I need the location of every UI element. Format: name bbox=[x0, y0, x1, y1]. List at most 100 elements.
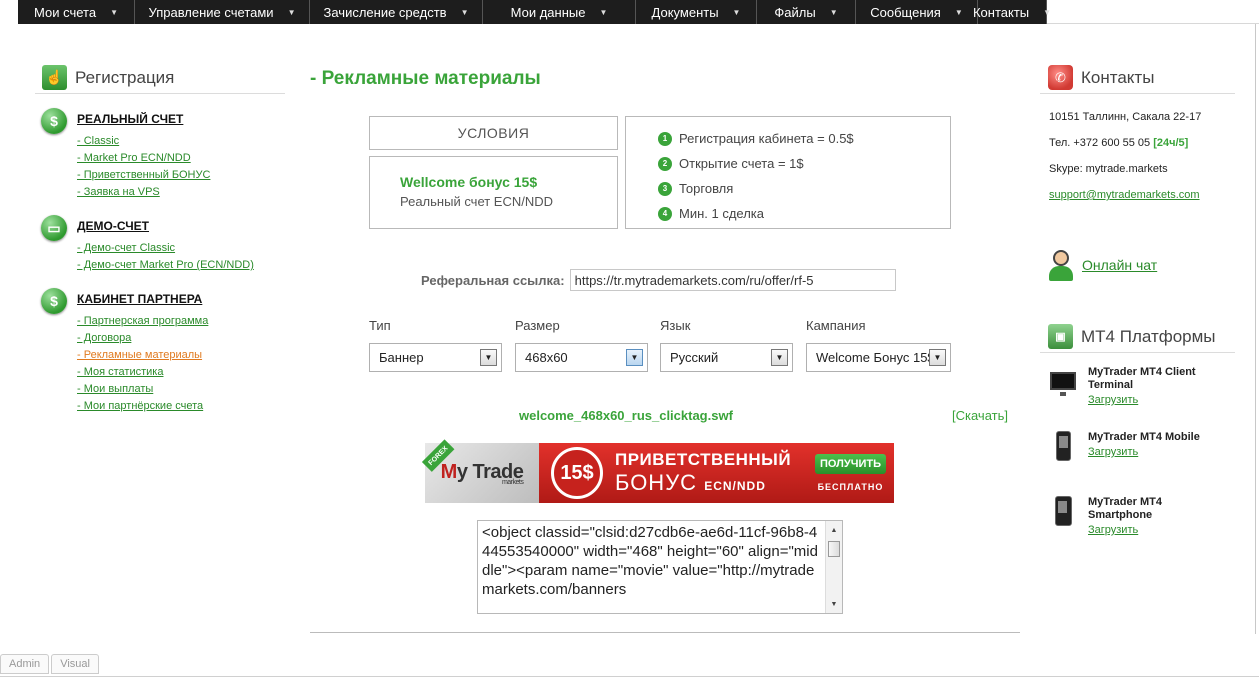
link-partner-program[interactable]: - Партнерская программа bbox=[77, 313, 285, 330]
content-divider bbox=[310, 632, 1020, 633]
chevron-down-icon: ▼ bbox=[771, 349, 788, 366]
nav-deposit[interactable]: Зачисление средств ▼ bbox=[310, 0, 483, 24]
group-title-real-account[interactable]: РЕАЛЬНЫЙ СЧЕТ bbox=[77, 112, 285, 126]
mobile-phone-icon bbox=[1050, 431, 1076, 461]
size-label: Размер bbox=[515, 318, 560, 333]
platform-mobile: MyTrader MT4 Mobile Загрузить bbox=[1050, 431, 1218, 461]
group-demo-account: ▭ ДЕМО-СЧЕТ - Демо-счет Classic - Демо-с… bbox=[35, 215, 285, 274]
group-title-demo-account[interactable]: ДЕМО-СЧЕТ bbox=[77, 219, 285, 233]
editor-tabs: Admin Visual bbox=[0, 654, 101, 674]
link-promo-materials[interactable]: - Рекламные материалы bbox=[77, 347, 285, 364]
step-item: 3 Торговля bbox=[658, 176, 950, 201]
operator-avatar-icon bbox=[1048, 248, 1074, 282]
banner-file-name: welcome_468x60_rus_clicktag.swf bbox=[519, 408, 733, 423]
top-navigation: Мои счета ▼ Управление счетами ▼ Зачислени… bbox=[18, 0, 1051, 24]
link-classic[interactable]: - Classic bbox=[77, 133, 285, 150]
contact-address: 10151 Таллинн, Сакала 22-17 bbox=[1049, 111, 1202, 123]
nav-my-data[interactable]: Мои данные ▼ bbox=[483, 0, 636, 24]
embed-code-textarea[interactable]: <object classid="clsid:d27cdb6e-ae6d-11c… bbox=[477, 520, 843, 614]
type-select[interactable]: Баннер ▼ bbox=[369, 343, 502, 372]
banner-text: ПРИВЕТСТВЕННЫЙ БОНУС ECN/NDD bbox=[615, 450, 792, 495]
link-my-payouts[interactable]: - Мои выплаты bbox=[77, 381, 285, 398]
link-contracts[interactable]: - Договора bbox=[77, 330, 285, 347]
group-real-account: $ РЕАЛЬНЫЙ СЧЕТ - Classic - Market Pro E… bbox=[35, 108, 285, 201]
contacts-title: Контакты bbox=[1081, 67, 1155, 87]
download-link[interactable]: [Скачать] bbox=[952, 408, 1008, 423]
bonus-amount-badge: 15$ bbox=[551, 447, 603, 499]
mt4-header: ▣ MT4 Платформы bbox=[1040, 321, 1235, 353]
page-border bbox=[1255, 24, 1256, 634]
online-chat-link[interactable]: Онлайн чат bbox=[1082, 257, 1157, 273]
chevron-down-icon: ▼ bbox=[929, 349, 946, 366]
link-my-statistics[interactable]: - Моя статистика bbox=[77, 364, 285, 381]
platform-client-terminal: MyTrader MT4 Client Terminal Загрузить bbox=[1050, 366, 1208, 406]
bonus-title: Wellcome бонус 15$ bbox=[400, 174, 538, 190]
step-number-badge: 3 bbox=[658, 181, 672, 196]
chevron-down-icon: ▼ bbox=[460, 7, 469, 17]
bonus-box: Wellcome бонус 15$ Реальный счет ECN/NDD bbox=[369, 156, 618, 229]
group-title-partner-cabinet[interactable]: КАБИНЕТ ПАРТНЕРА bbox=[77, 292, 285, 306]
tab-admin[interactable]: Admin bbox=[0, 654, 50, 674]
embed-code-text: <object classid="clsid:d27cdb6e-ae6d-11c… bbox=[482, 524, 818, 598]
contacts-header-wrap: ✆ Контакты bbox=[1040, 62, 1235, 94]
download-smartphone-link[interactable]: Загрузить bbox=[1088, 524, 1138, 536]
size-select[interactable]: 468x60 ▼ bbox=[515, 343, 648, 372]
type-label: Тип bbox=[369, 318, 391, 333]
sidebar-title: Регистрация bbox=[75, 67, 175, 87]
chevron-down-icon: ▼ bbox=[626, 349, 643, 366]
page-title: - Рекламные материалы bbox=[310, 68, 541, 89]
left-sidebar: ☝ Регистрация $ РЕАЛЬНЫЙ СЧЕТ - Classic … bbox=[35, 62, 285, 415]
step-item: 1 Регистрация кабинета = 0.5$ bbox=[658, 126, 950, 151]
bonus-subtitle: Реальный счет ECN/NDD bbox=[400, 194, 554, 209]
link-demo-market-pro[interactable]: - Демо-счет Market Pro (ECN/NDD) bbox=[77, 257, 285, 274]
scroll-up-icon[interactable]: ▲ bbox=[826, 523, 842, 537]
hand-pointer-icon: ☝ bbox=[42, 65, 67, 90]
campaign-select[interactable]: Welcome Бонус 15$ ▼ bbox=[806, 343, 951, 372]
banner-tag: ECN/NDD bbox=[704, 479, 766, 493]
contact-phone: Тел. +372 600 55 05 [24ч/5] bbox=[1049, 137, 1189, 149]
referral-row: Реферальная ссылка: bbox=[421, 269, 896, 291]
chevron-down-icon: ▼ bbox=[732, 7, 741, 17]
chevron-down-icon: ▼ bbox=[287, 7, 296, 17]
banner-cta: ПОЛУЧИТЬ БЕСПЛАТНО bbox=[814, 454, 886, 492]
link-welcome-bonus[interactable]: - Приветственный БОНУС bbox=[77, 167, 285, 184]
contact-skype: Skype: mytrade.markets bbox=[1049, 163, 1168, 175]
group-partner-cabinet: $ КАБИНЕТ ПАРТНЕРА - Партнерская програм… bbox=[35, 288, 285, 415]
platform-icon: ▣ bbox=[1048, 324, 1073, 349]
nav-my-accounts[interactable]: Мои счета ▼ bbox=[18, 0, 135, 24]
online-chat[interactable]: Онлайн чат bbox=[1048, 248, 1157, 282]
nav-messages[interactable]: Сообщения ▼ bbox=[856, 0, 978, 24]
textarea-scrollbar[interactable]: ▲ ▼ bbox=[825, 521, 842, 613]
get-bonus-button[interactable]: ПОЛУЧИТЬ bbox=[814, 454, 886, 474]
download-client-terminal-link[interactable]: Загрузить bbox=[1088, 394, 1138, 406]
link-demo-classic[interactable]: - Демо-счет Classic bbox=[77, 240, 285, 257]
scroll-thumb[interactable] bbox=[828, 541, 840, 557]
nav-files[interactable]: Файлы ▼ bbox=[757, 0, 856, 24]
conditions-header: УСЛОВИЯ bbox=[369, 116, 618, 150]
campaign-label: Кампания bbox=[806, 318, 866, 333]
link-partner-accounts[interactable]: - Мои партнёрские счета bbox=[77, 398, 285, 415]
tab-visual[interactable]: Visual bbox=[51, 654, 99, 674]
conditions-steps: 1 Регистрация кабинета = 0.5$ 2 Открытие с… bbox=[625, 116, 951, 229]
nav-contacts[interactable]: Контакты ▼ bbox=[973, 0, 1051, 24]
download-mobile-link[interactable]: Загрузить bbox=[1088, 446, 1138, 458]
platform-title: MyTrader MT4 Mobile bbox=[1088, 431, 1200, 443]
referral-link-input[interactable] bbox=[569, 269, 896, 291]
nav-documents[interactable]: Документы ▼ bbox=[636, 0, 757, 24]
language-label: Язык bbox=[660, 318, 691, 333]
scroll-down-icon[interactable]: ▼ bbox=[826, 597, 842, 611]
chevron-down-icon: ▼ bbox=[599, 7, 608, 17]
chevron-down-icon: ▼ bbox=[480, 349, 497, 366]
banner-preview[interactable]: FOREX My Trade markets 15$ ПРИВЕТСТВЕННЫЙ… bbox=[421, 439, 894, 503]
link-market-pro[interactable]: - Market Pro ECN/NDD bbox=[77, 150, 285, 167]
top-strip bbox=[1047, 0, 1259, 24]
chevron-down-icon: ▼ bbox=[829, 7, 838, 17]
mt4-header-wrap: ▣ MT4 Платформы bbox=[1040, 321, 1235, 353]
free-label: БЕСПЛАТНО bbox=[817, 482, 884, 492]
language-select[interactable]: Русский ▼ bbox=[660, 343, 793, 372]
phone-icon: ✆ bbox=[1048, 65, 1073, 90]
link-vps-request[interactable]: - Заявка на VPS bbox=[77, 184, 285, 201]
contact-email-link[interactable]: support@mytrademarkets.com bbox=[1049, 189, 1200, 201]
platform-smartphone: MyTrader MT4 Smartphone Загрузить bbox=[1050, 496, 1188, 536]
nav-account-management[interactable]: Управление счетами ▼ bbox=[135, 0, 310, 24]
